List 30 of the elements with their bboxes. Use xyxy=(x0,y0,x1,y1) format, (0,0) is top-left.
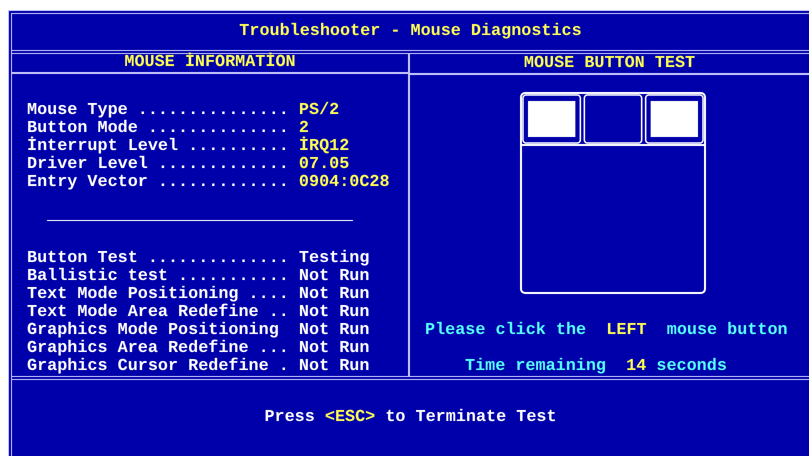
row-label: Button Mode .............. xyxy=(27,119,289,138)
row-label: Text Mode Positioning .... xyxy=(27,285,289,304)
row-label: Text Mode Area Redefine .. xyxy=(27,303,289,322)
row-value: 2 xyxy=(298,119,309,138)
window-title: Troubleshooter - Mouse Diagnostics xyxy=(239,23,582,41)
row-label: Entry Vector ............. xyxy=(27,173,289,192)
row-label: Ballistic test ........... xyxy=(27,267,289,286)
timer-text: Time remaining 14 seconds xyxy=(465,358,727,376)
row-value: Not Run xyxy=(298,267,370,286)
row-value: Not Run xyxy=(298,339,370,358)
row-label: Graphics Area Redefine ... xyxy=(27,339,289,358)
footer-text: Press <ESC> to Terminate Test xyxy=(264,409,557,427)
row-value: Not Run xyxy=(298,303,370,322)
panel-title: MOUSE İNFORMATİON xyxy=(124,54,296,72)
instruction-text: Please click the LEFT mouse button xyxy=(425,322,788,340)
row-value: 0904:0C28 xyxy=(298,173,390,192)
row-label: Driver Level ............. xyxy=(27,155,289,174)
row-value: İRQ12 xyxy=(298,137,350,156)
row-value: Not Run xyxy=(298,357,370,376)
panel-title: MOUSE BUTTON TEST xyxy=(524,54,696,72)
row-label: Button Test .............. xyxy=(27,249,289,268)
row-value: Testing xyxy=(298,249,370,268)
row-label: İnterrupt Level .......... xyxy=(27,137,289,156)
row-value: Not Run xyxy=(298,285,370,304)
row-value: Not Run xyxy=(298,321,370,340)
row-value: PS/2 xyxy=(298,101,340,120)
row-label: Graphics Mode Positioning xyxy=(27,321,280,340)
row-label: Mouse Type ............... xyxy=(27,101,289,120)
row-label: Graphics Cursor Redefine . xyxy=(27,357,289,376)
row-value: 07.05 xyxy=(298,155,350,174)
